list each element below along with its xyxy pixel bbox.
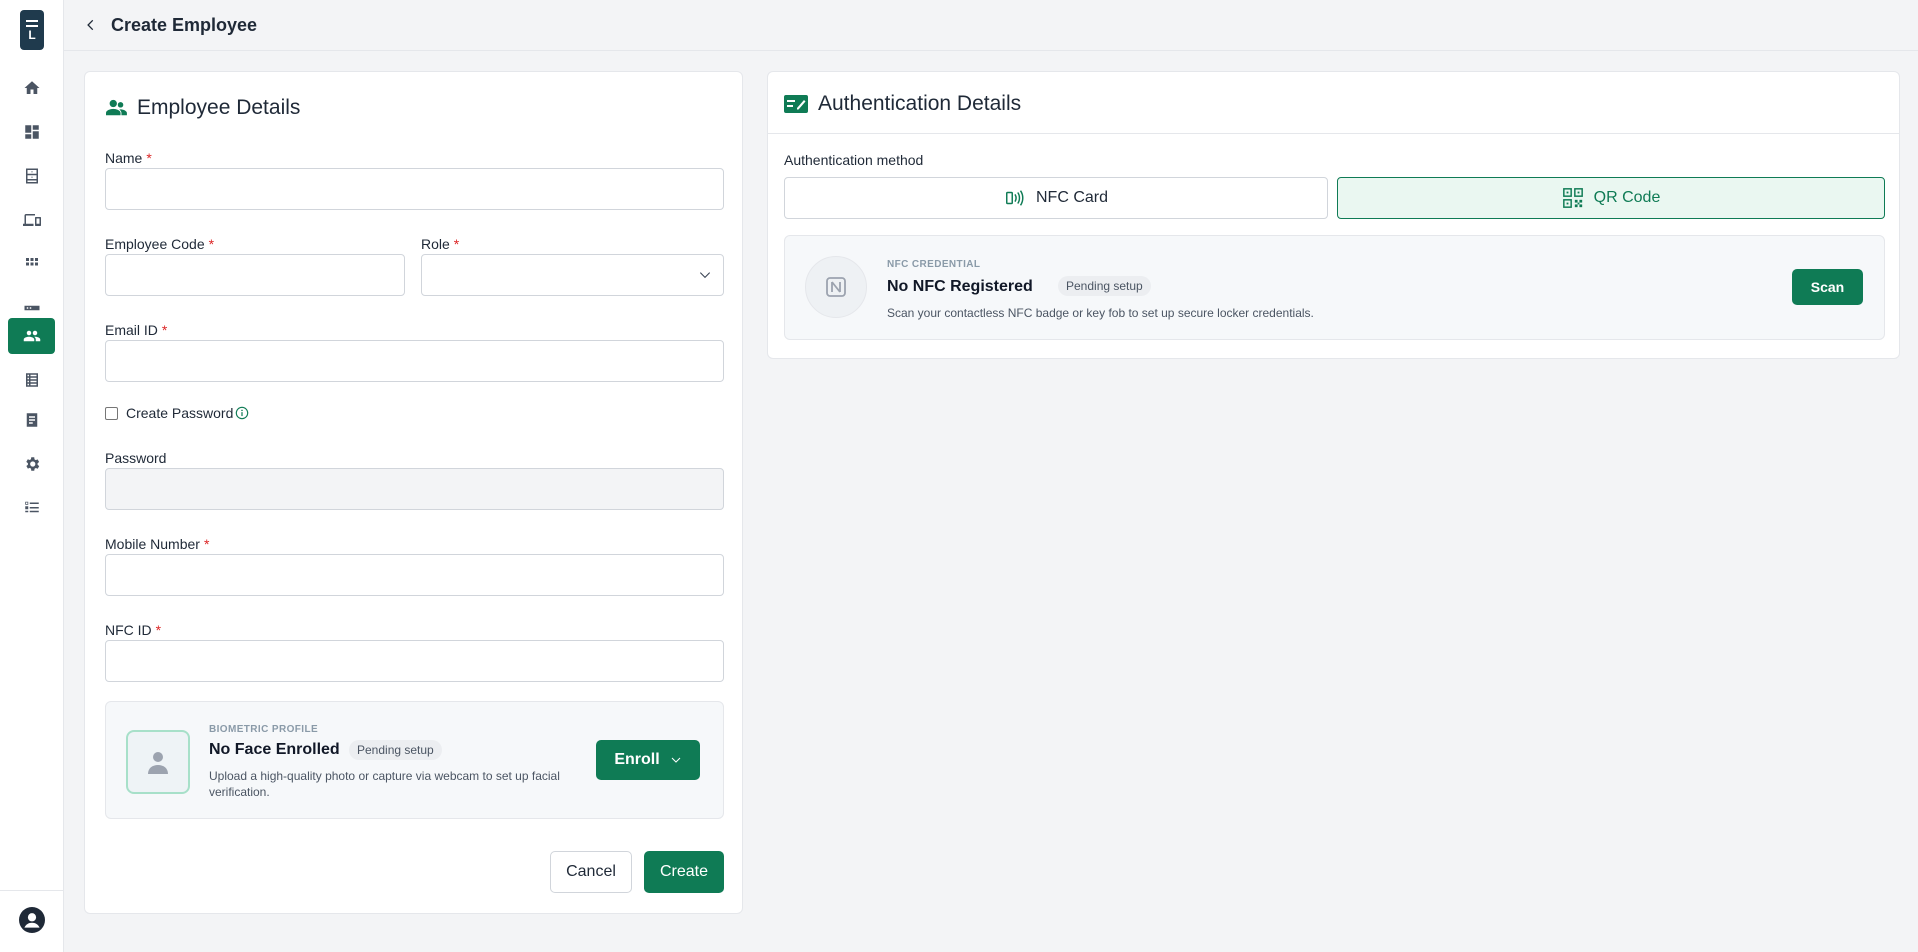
page-header: Create Employee <box>64 0 1918 51</box>
home-icon <box>24 81 39 94</box>
cancel-button[interactable]: Cancel <box>550 851 632 893</box>
authentication-details-header: Authentication Details <box>784 92 1021 116</box>
gear-icon <box>25 457 39 471</box>
status-badge: Pending setup <box>1058 276 1151 296</box>
enroll-button[interactable]: Enroll <box>596 740 700 780</box>
page-title: Create Employee <box>111 14 258 35</box>
authentication-details-title: Authentication Details <box>818 92 1022 115</box>
user-profile-icon[interactable] <box>19 907 45 933</box>
app-logo[interactable]: L <box>20 10 44 50</box>
sidebar-divider <box>0 890 64 891</box>
create-button[interactable]: Create <box>644 851 724 893</box>
nfc-credential-description: Scan your contactless NFC badge or key f… <box>887 306 1314 320</box>
name-label: Name * <box>105 150 152 166</box>
sidebar-item-tasks[interactable] <box>8 489 55 525</box>
grid-icon <box>25 258 38 266</box>
cabinet-icon <box>25 168 38 184</box>
nfc-credential-title: No NFC Registered <box>887 278 1033 295</box>
nfc-credential-eyebrow: NFC CREDENTIAL <box>887 259 981 270</box>
create-password-checkbox[interactable] <box>105 407 118 420</box>
chevron-down-icon <box>698 268 712 282</box>
role-label: Role * <box>421 236 459 252</box>
nfc-id-label-text: NFC ID <box>105 622 152 638</box>
required-mark: * <box>203 536 210 552</box>
id-card-icon <box>784 95 808 113</box>
mobile-number-input[interactable] <box>105 554 724 596</box>
scan-button[interactable]: Scan <box>1792 269 1863 305</box>
nfc-credential-panel: NFC CREDENTIAL No NFC Registered Pending… <box>784 235 1885 340</box>
sidebar-item-settings[interactable] <box>8 446 55 482</box>
nfc-icon <box>826 277 846 297</box>
nfc-signal-icon <box>1006 190 1024 206</box>
nfc-card-option-label: NFC Card <box>1035 189 1108 206</box>
biometric-eyebrow: BIOMETRIC PROFILE <box>209 724 319 735</box>
employee-details-card: Employee Details Name * Employee Code * Ro… <box>84 71 743 914</box>
biometric-title: No Face Enrolled <box>209 741 340 758</box>
email-label: Email ID * <box>105 322 167 338</box>
biometric-description: Upload a high-quality photo or capture v… <box>209 769 560 799</box>
sidebar-item-reports[interactable] <box>8 402 55 438</box>
required-mark: * <box>155 622 162 638</box>
people-icon <box>106 99 127 116</box>
sidebar-item-lockers[interactable] <box>8 158 55 194</box>
people-icon <box>23 330 40 342</box>
qr-code-option-label: QR Code <box>1593 189 1661 206</box>
role-label-text: Role <box>421 236 450 252</box>
checklist-icon <box>24 501 39 513</box>
password-input[interactable] <box>105 468 724 510</box>
name-input[interactable] <box>105 168 724 210</box>
chevron-down-icon <box>671 757 681 763</box>
name-label-text: Name <box>105 150 143 166</box>
nfc-card-option[interactable]: NFC Card <box>784 177 1328 219</box>
sidebar-item-dashboard[interactable] <box>8 114 55 150</box>
sidebar-item-apps[interactable] <box>8 246 55 282</box>
enroll-button-label: Enroll <box>614 751 660 768</box>
employee-code-input[interactable] <box>105 254 405 296</box>
rack-icon <box>24 305 39 311</box>
back-button[interactable] <box>81 15 101 35</box>
status-badge: Pending setup <box>349 740 442 760</box>
info-icon[interactable] <box>235 406 249 420</box>
required-mark: * <box>208 236 215 252</box>
sidebar: L <box>0 0 64 952</box>
sidebar-item-employees[interactable] <box>8 318 55 354</box>
required-mark: * <box>453 236 460 252</box>
face-placeholder <box>126 730 190 794</box>
employee-details-header: Employee Details <box>105 96 300 120</box>
divider <box>768 133 1899 134</box>
user-avatar-icon <box>148 752 168 774</box>
authentication-method-label: Authentication method <box>784 152 924 168</box>
required-mark: * <box>161 322 168 338</box>
document-icon <box>26 413 37 427</box>
dashboard-icon <box>24 125 39 139</box>
email-label-text: Email ID <box>105 322 158 338</box>
email-input[interactable] <box>105 340 724 382</box>
create-password-label: Create Password <box>126 405 234 421</box>
list-icon <box>25 373 38 387</box>
mobile-number-label-text: Mobile Number <box>105 536 200 552</box>
qr-code-option[interactable]: QR Code <box>1337 177 1885 219</box>
sidebar-item-devices[interactable] <box>8 202 55 238</box>
employee-code-label-text: Employee Code <box>105 236 205 252</box>
mobile-number-label: Mobile Number * <box>105 536 209 552</box>
sidebar-item-home[interactable] <box>8 70 55 106</box>
authentication-details-card: Authentication Details Authentication me… <box>767 71 1900 359</box>
nfc-id-label: NFC ID * <box>105 622 161 638</box>
biometric-profile-panel: BIOMETRIC PROFILE No Face Enrolled Pendi… <box>105 701 724 819</box>
required-mark: * <box>146 150 152 166</box>
employee-details-title: Employee Details <box>137 96 301 119</box>
role-select[interactable] <box>421 254 724 296</box>
password-label: Password <box>105 450 167 466</box>
chevron-left-icon <box>87 19 94 31</box>
sidebar-item-logs[interactable] <box>8 362 55 398</box>
nfc-id-input[interactable] <box>105 640 724 682</box>
nfc-placeholder <box>805 256 867 318</box>
employee-code-label: Employee Code * <box>105 236 214 252</box>
qr-code-icon <box>1562 188 1583 208</box>
devices-icon <box>22 214 41 226</box>
